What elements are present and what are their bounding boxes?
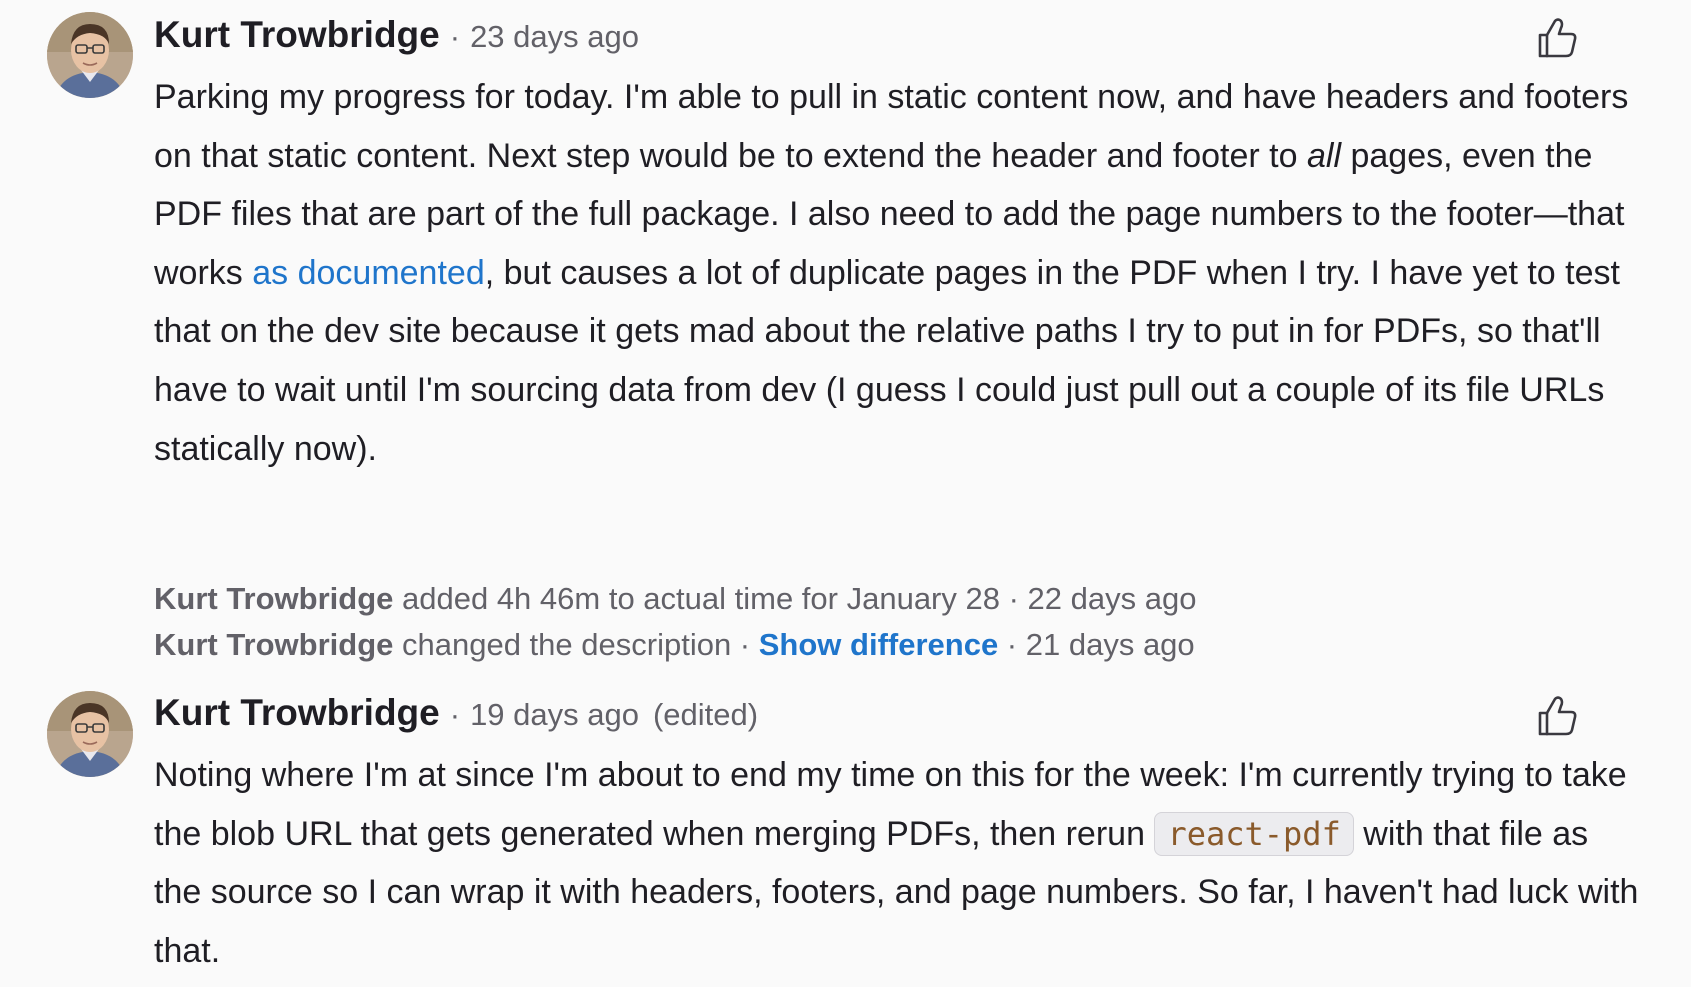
thumbs-up-icon[interactable]: [1532, 14, 1580, 62]
comment-body: Noting where I'm at since I'm about to e…: [154, 746, 1644, 980]
edited-badge: (edited): [652, 697, 759, 732]
note-timestamp[interactable]: 21 days ago: [1026, 627, 1195, 662]
comment-header: Kurt Trowbridge · 23 days ago: [154, 14, 639, 64]
note-action: added 4h 46m to actual time for January …: [393, 581, 1000, 616]
system-note-description: Kurt Trowbridge changed the description …: [154, 627, 1195, 663]
comment-body: Parking my progress for today. I'm able …: [154, 68, 1644, 478]
timestamp[interactable]: 23 days ago: [470, 19, 639, 55]
author-name[interactable]: Kurt Trowbridge: [154, 692, 440, 734]
note-separator: ·: [998, 627, 1026, 662]
system-note-time-tracking: Kurt Trowbridge added 4h 46m to actual t…: [154, 581, 1196, 617]
comment-header: Kurt Trowbridge · 19 days ago (edited): [154, 692, 758, 742]
inline-code: react-pdf: [1154, 811, 1354, 856]
separator: ·: [449, 19, 461, 54]
show-difference-link[interactable]: Show difference: [759, 627, 998, 662]
note-author[interactable]: Kurt Trowbridge: [154, 627, 393, 662]
as-documented-link[interactable]: as documented: [252, 254, 485, 292]
note-separator: ·: [999, 581, 1028, 616]
note-separator: ·: [731, 627, 759, 662]
note-action: changed the description: [393, 627, 732, 662]
author-name[interactable]: Kurt Trowbridge: [154, 14, 440, 56]
separator: ·: [449, 697, 461, 732]
avatar[interactable]: [47, 12, 133, 98]
avatar[interactable]: [47, 691, 133, 777]
timestamp[interactable]: 19 days ago: [470, 697, 639, 733]
note-timestamp[interactable]: 22 days ago: [1028, 581, 1197, 616]
thumbs-up-icon[interactable]: [1532, 692, 1580, 740]
avatar-image: [47, 691, 133, 777]
note-author[interactable]: Kurt Trowbridge: [154, 581, 393, 616]
emphasis-text: all: [1306, 136, 1342, 175]
avatar-image: [47, 12, 133, 98]
